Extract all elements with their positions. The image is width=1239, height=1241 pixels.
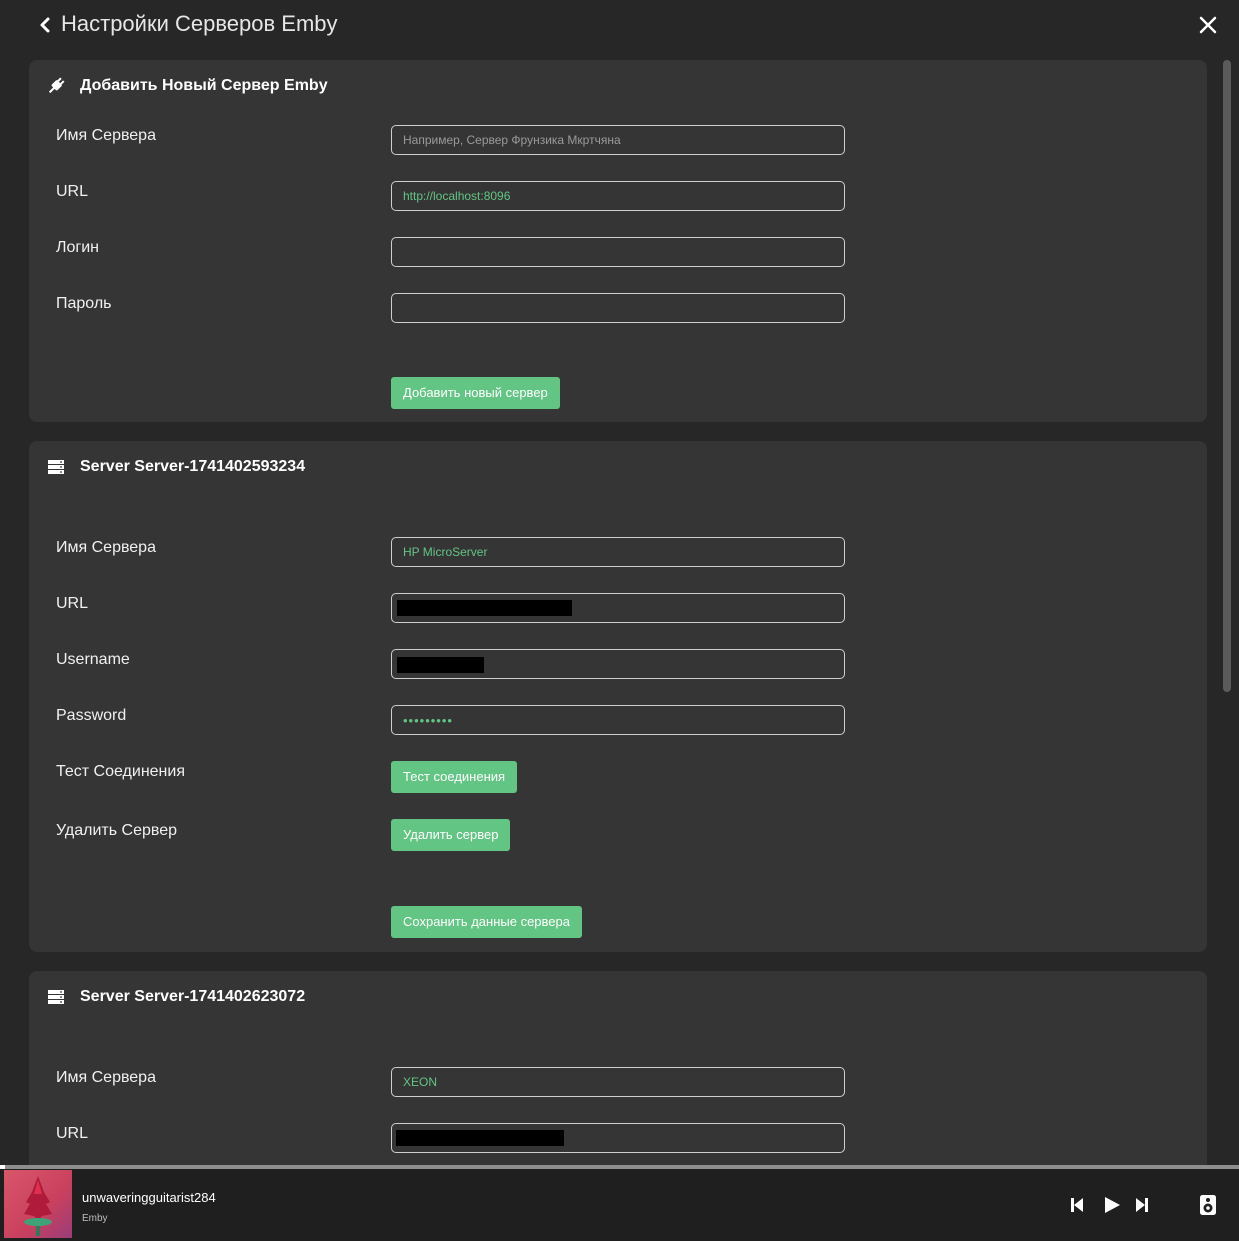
- scrollbar[interactable]: [1223, 60, 1231, 1165]
- server-card: Server Server-1741402623072 Имя Сервера …: [29, 971, 1207, 1165]
- add-server-card: Добавить Новый Сервер Emby Имя Сервера U…: [29, 60, 1207, 422]
- player-bar: unwaveringguitarist284 Emby: [0, 1165, 1239, 1241]
- username-label: Username: [56, 651, 130, 668]
- add-server-title: Добавить Новый Сервер Emby: [80, 77, 328, 94]
- redacted-block: [396, 1130, 564, 1146]
- url-label: URL: [56, 1125, 89, 1142]
- new-server-login-input[interactable]: [391, 237, 845, 267]
- track-name[interactable]: unwaveringguitarist284: [82, 1190, 216, 1205]
- progress-bar[interactable]: [0, 1165, 1239, 1169]
- chevron-left-icon[interactable]: [38, 16, 52, 34]
- password-label: Пароль: [56, 295, 112, 312]
- plug-icon: [48, 77, 65, 94]
- server-title: Server Server-1741402593234: [80, 458, 306, 475]
- new-server-name-input[interactable]: [391, 125, 845, 155]
- server-title: Server Server-1741402623072: [80, 988, 306, 1005]
- album-art[interactable]: [4, 1170, 72, 1238]
- login-label: Логин: [56, 239, 100, 256]
- next-track-icon[interactable]: [1135, 1197, 1149, 1213]
- new-server-password-input[interactable]: [391, 293, 845, 323]
- server-name-label: Имя Сервера: [56, 127, 156, 144]
- page-title: Настройки Серверов Emby: [61, 11, 338, 36]
- speaker-icon[interactable]: [1199, 1194, 1217, 1216]
- password-label: Password: [56, 707, 127, 724]
- server-username-input[interactable]: [391, 649, 845, 679]
- server-name-label: Имя Сервера: [56, 539, 156, 556]
- delete-server-label: Удалить Сервер: [56, 822, 177, 839]
- scrollbar-thumb[interactable]: [1223, 60, 1231, 692]
- album-art-image: [4, 1170, 72, 1238]
- server-name-label: Имя Сервера: [56, 1069, 156, 1086]
- server-icon: [48, 990, 64, 1004]
- settings-content[interactable]: Добавить Новый Сервер Emby Имя Сервера U…: [29, 60, 1207, 1165]
- add-server-button[interactable]: Добавить новый сервер: [391, 377, 560, 409]
- save-server-button[interactable]: Сохранить данные сервера: [391, 906, 582, 938]
- test-connection-button[interactable]: Тест соединения: [391, 761, 518, 793]
- server-password-input[interactable]: [391, 705, 845, 735]
- url-label: URL: [56, 595, 89, 612]
- server-icon: [48, 460, 64, 474]
- redacted-block: [397, 657, 484, 673]
- page-header: Настройки Серверов Emby: [0, 0, 1239, 50]
- progress-fill: [0, 1165, 5, 1169]
- server-url-input[interactable]: [391, 593, 845, 623]
- server-url-input[interactable]: [391, 1123, 845, 1153]
- new-server-url-input[interactable]: [391, 181, 845, 211]
- url-label: URL: [56, 183, 89, 200]
- test-connection-label: Тест Соединения: [56, 763, 185, 780]
- server-name-input[interactable]: [391, 537, 845, 567]
- track-source: Emby: [82, 1213, 108, 1224]
- server-name-input[interactable]: [391, 1067, 845, 1097]
- redacted-block: [397, 600, 572, 616]
- previous-track-icon[interactable]: [1070, 1197, 1084, 1213]
- delete-server-button[interactable]: Удалить сервер: [391, 819, 511, 851]
- close-icon[interactable]: [1198, 15, 1218, 35]
- server-card: Server Server-1741402593234 Имя Сервера …: [29, 441, 1207, 952]
- play-icon[interactable]: [1103, 1196, 1121, 1214]
